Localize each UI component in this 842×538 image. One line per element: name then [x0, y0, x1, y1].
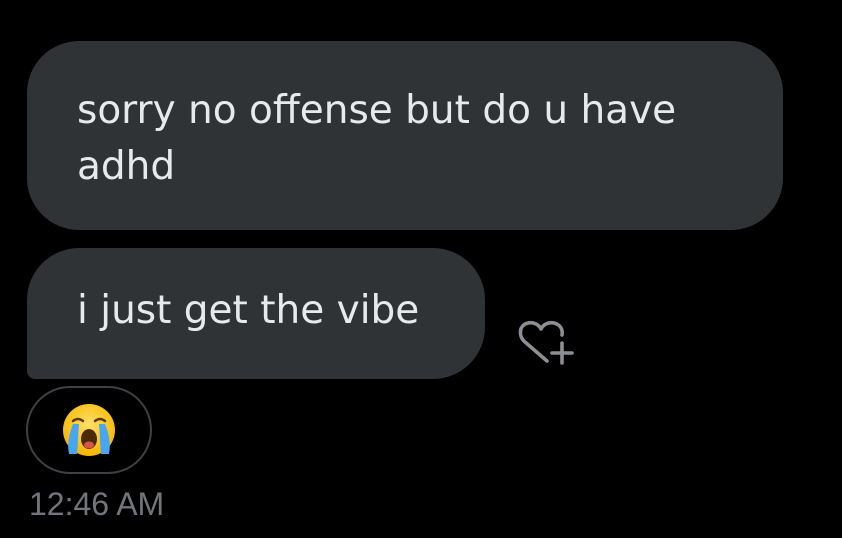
- message-bubble[interactable]: i just get the vibe: [27, 248, 485, 379]
- loudly-crying-face-icon: [63, 404, 115, 456]
- reaction-pill[interactable]: [26, 386, 152, 474]
- message-bubble[interactable]: sorry no offense but do u have adhd: [27, 41, 783, 230]
- message-text: sorry no offense but do u have adhd: [77, 88, 677, 189]
- add-reaction-button[interactable]: [511, 316, 581, 372]
- message-timestamp: 12:46 AM: [29, 486, 165, 522]
- heart-plus-icon: [518, 320, 574, 365]
- message-text: i just get the vibe: [77, 288, 420, 333]
